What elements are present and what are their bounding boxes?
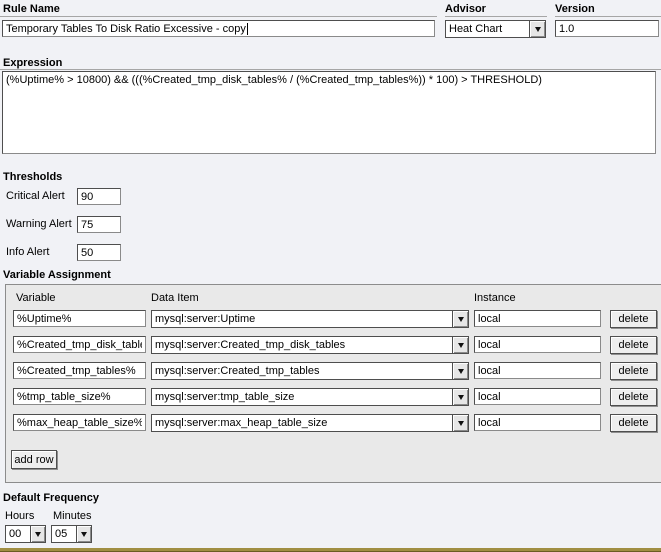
minutes-selected-value: 05 (52, 526, 76, 542)
info-alert-input[interactable] (77, 244, 121, 261)
column-header-data-item: Data Item (151, 292, 199, 304)
variable-input[interactable] (13, 362, 146, 379)
table-row: mysql:server:Created_tmp_disk_tables del… (6, 336, 661, 354)
advisor-selected-value: Heat Chart (446, 21, 529, 37)
column-header-variable: Variable (16, 292, 56, 304)
delete-button[interactable]: delete (610, 414, 657, 432)
variable-assignment-panel: Variable Data Item Instance mysql:server… (5, 284, 661, 483)
delete-button[interactable]: delete (610, 310, 657, 328)
variable-input[interactable] (13, 414, 146, 431)
divider (555, 16, 661, 17)
data-item-selected-value: mysql:server:Created_tmp_disk_tables (152, 337, 452, 353)
advisor-label: Advisor (445, 3, 486, 15)
chevron-down-icon (35, 532, 41, 537)
data-item-selected-value: mysql:server:tmp_table_size (152, 389, 452, 405)
minutes-select[interactable]: 05 (51, 525, 92, 543)
data-item-dropdown-button[interactable] (452, 389, 468, 405)
table-row: mysql:server:Created_tmp_tables delete (6, 362, 661, 380)
critical-alert-label: Critical Alert (6, 190, 65, 202)
divider (0, 16, 437, 17)
variable-input[interactable] (13, 310, 146, 327)
minutes-dropdown-button[interactable] (76, 526, 91, 542)
data-item-selected-value: mysql:server:max_heap_table_size (152, 415, 452, 431)
rule-name-input[interactable]: Temporary Tables To Disk Ratio Excessive… (2, 20, 435, 37)
delete-button[interactable]: delete (610, 336, 657, 354)
data-item-select[interactable]: mysql:server:max_heap_table_size (151, 414, 469, 432)
data-item-select[interactable]: mysql:server:Created_tmp_disk_tables (151, 336, 469, 354)
expression-label: Expression (3, 57, 62, 69)
data-item-dropdown-button[interactable] (452, 363, 468, 379)
column-header-instance: Instance (474, 292, 516, 304)
bottom-accent-line (0, 548, 661, 552)
data-item-dropdown-button[interactable] (452, 311, 468, 327)
advisor-select[interactable]: Heat Chart (445, 20, 546, 38)
variable-input[interactable] (13, 388, 146, 405)
chevron-down-icon (458, 369, 464, 374)
data-item-select[interactable]: mysql:server:tmp_table_size (151, 388, 469, 406)
instance-input[interactable] (474, 362, 601, 379)
warning-alert-label: Warning Alert (6, 218, 72, 230)
instance-input[interactable] (474, 388, 601, 405)
add-row-button[interactable]: add row (11, 450, 57, 469)
table-row: mysql:server:Uptime delete (6, 310, 661, 328)
divider (0, 69, 661, 70)
chevron-down-icon (458, 421, 464, 426)
table-row: mysql:server:tmp_table_size delete (6, 388, 661, 406)
instance-input[interactable] (474, 414, 601, 431)
chevron-down-icon (458, 343, 464, 348)
critical-alert-input[interactable] (77, 188, 121, 205)
hours-selected-value: 00 (6, 526, 30, 542)
expression-textarea[interactable]: (%Uptime% > 10800) && (((%Created_tmp_di… (2, 71, 656, 154)
chevron-down-icon (81, 532, 87, 537)
data-item-dropdown-button[interactable] (452, 415, 468, 431)
rule-name-label: Rule Name (3, 3, 60, 15)
instance-input[interactable] (474, 336, 601, 353)
data-item-dropdown-button[interactable] (452, 337, 468, 353)
variable-input[interactable] (13, 336, 146, 353)
advisor-dropdown-button[interactable] (529, 21, 545, 37)
data-item-select[interactable]: mysql:server:Uptime (151, 310, 469, 328)
delete-button[interactable]: delete (610, 362, 657, 380)
variable-assignment-heading: Variable Assignment (3, 269, 111, 281)
data-item-select[interactable]: mysql:server:Created_tmp_tables (151, 362, 469, 380)
table-row: mysql:server:max_heap_table_size delete (6, 414, 661, 432)
data-item-selected-value: mysql:server:Created_tmp_tables (152, 363, 452, 379)
divider (445, 16, 547, 17)
version-input[interactable] (555, 20, 659, 37)
chevron-down-icon (458, 395, 464, 400)
minutes-label: Minutes (53, 510, 92, 522)
hours-select[interactable]: 00 (5, 525, 46, 543)
rule-name-value: Temporary Tables To Disk Ratio Excessive… (6, 23, 246, 35)
warning-alert-input[interactable] (77, 216, 121, 233)
rule-editor-page: Rule Name Temporary Tables To Disk Ratio… (0, 0, 661, 552)
hours-dropdown-button[interactable] (30, 526, 45, 542)
thresholds-heading: Thresholds (3, 171, 62, 183)
delete-button[interactable]: delete (610, 388, 657, 406)
info-alert-label: Info Alert (6, 246, 49, 258)
default-frequency-heading: Default Frequency (3, 492, 99, 504)
data-item-selected-value: mysql:server:Uptime (152, 311, 452, 327)
version-label: Version (555, 3, 595, 15)
hours-label: Hours (5, 510, 34, 522)
chevron-down-icon (458, 317, 464, 322)
text-cursor (247, 23, 248, 35)
chevron-down-icon (535, 27, 541, 32)
instance-input[interactable] (474, 310, 601, 327)
